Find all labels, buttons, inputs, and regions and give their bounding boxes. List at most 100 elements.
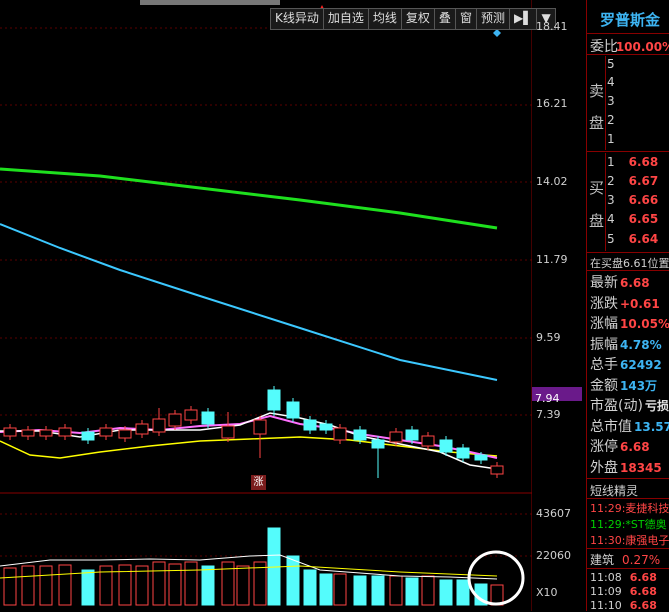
quote-label: 外盘 xyxy=(590,459,618,476)
quote-label: 市盈(动) xyxy=(590,398,643,414)
quote-label: 总市值 xyxy=(590,418,632,435)
buy-level: 2 6.67 xyxy=(607,174,659,188)
sell-level: 5 xyxy=(607,57,615,71)
buy-level: 3 6.66 xyxy=(607,193,659,207)
price-tick: 9.59 xyxy=(536,331,561,344)
candle-body xyxy=(371,439,385,449)
quote-row: 市盈(动) 亏损 xyxy=(590,395,669,415)
quote-row: 最新 6.68 xyxy=(590,272,650,292)
price-tick: 14.02 xyxy=(536,175,568,188)
volume-bar xyxy=(333,573,347,606)
candle-body xyxy=(3,427,17,437)
candle-body xyxy=(319,423,333,431)
volume-bar xyxy=(421,575,435,606)
tick-row: 11:10 6.68 xyxy=(590,599,657,612)
quote-label: 涨幅 xyxy=(590,316,618,332)
volume-bar xyxy=(236,565,250,606)
price-tick: 11.79 xyxy=(536,253,568,266)
current-price-marker: 7.94 xyxy=(532,387,582,405)
quote-row: 涨停 6.68 xyxy=(590,436,650,456)
candle-body xyxy=(253,419,267,435)
candle-body xyxy=(184,409,198,421)
volume-bar xyxy=(81,569,95,606)
buy-label: 盘 xyxy=(589,212,605,230)
buy-level: 5 6.64 xyxy=(607,232,659,246)
adjust-price-button[interactable]: 复权 xyxy=(402,9,435,29)
volume-multiplier: X10 xyxy=(536,586,558,599)
kline-chart[interactable] xyxy=(0,0,532,611)
quote-value: 13.57亿 xyxy=(634,419,669,434)
volume-bar xyxy=(253,561,267,606)
quote-label: 最新 xyxy=(590,275,618,291)
candle-body xyxy=(118,429,132,439)
sector-row[interactable]: 建筑 0.27% xyxy=(590,551,660,568)
quote-row: 涨幅 10.05% xyxy=(590,313,669,333)
candle-body xyxy=(389,431,403,443)
price-tick: 16.21 xyxy=(536,97,568,110)
candle-body xyxy=(168,413,182,427)
candle-body xyxy=(421,435,435,447)
candle-body xyxy=(353,429,367,441)
short-genius-item[interactable]: 11:29:*ST德奥 xyxy=(590,516,667,532)
short-genius-item[interactable]: 11:30:康强电子 xyxy=(590,532,669,548)
limit-up-badge: 涨 xyxy=(251,475,266,490)
tick-row: 11:08 6.68 xyxy=(590,571,657,584)
quote-value: 6.68 xyxy=(620,276,650,290)
weibi-row: 委比 100.00% xyxy=(590,39,669,55)
candle-body xyxy=(303,419,317,431)
sell-level: 3 xyxy=(607,94,615,108)
quote-label: 金额 xyxy=(590,377,618,394)
quote-value: 10.05% xyxy=(620,317,669,331)
sell-level: 1 xyxy=(607,132,615,146)
quote-value: 4.78% xyxy=(620,337,662,352)
kline-alert-button[interactable]: K线异动 xyxy=(271,9,324,29)
kline-svg[interactable] xyxy=(0,0,532,611)
volume-bar xyxy=(490,584,504,606)
sell-level: 2 xyxy=(607,113,615,127)
price-tick: 7.39 xyxy=(536,408,561,421)
price-axis: 18.41 16.21 14.02 11.79 9.59 7.39 7.94 4… xyxy=(532,0,586,611)
sell-label: 盘 xyxy=(589,114,605,132)
forecast-button[interactable]: 预测 xyxy=(477,9,510,29)
short-genius-item[interactable]: 11:29:麦捷科技 xyxy=(590,500,669,516)
quote-value: 62492 xyxy=(620,358,662,372)
candle-body xyxy=(21,429,35,437)
buy-level: 1 6.68 xyxy=(607,155,659,169)
short-genius-title[interactable]: 短线精灵 xyxy=(590,482,638,499)
volume-bar xyxy=(371,575,385,606)
play-icon[interactable]: ▶▌ xyxy=(510,9,538,29)
event-diamond-icon xyxy=(493,29,501,37)
sell-level: 4 xyxy=(607,75,615,89)
tick-row: 11:09 6.68 xyxy=(590,585,657,598)
stock-name: 罗普斯金 xyxy=(600,11,661,29)
moving-average-button[interactable]: 均线 xyxy=(369,9,402,29)
candle-body xyxy=(267,389,281,411)
price-tick: 18.41 xyxy=(536,20,568,33)
window-button[interactable]: 窗 xyxy=(456,9,477,29)
quote-value: +0.61 xyxy=(620,296,660,311)
sell-label: 卖 xyxy=(589,82,605,100)
candle-body xyxy=(152,418,166,433)
quote-label: 总手 xyxy=(590,357,618,373)
top-strip xyxy=(140,0,280,5)
volume-bar xyxy=(303,569,317,606)
buy-label: 买 xyxy=(589,179,605,197)
quote-value: 亏损 xyxy=(644,399,669,413)
volume-bar xyxy=(405,577,419,606)
candle-body xyxy=(490,465,504,475)
ma-blue-line xyxy=(0,223,498,381)
volume-bar xyxy=(3,567,17,606)
volume-bar xyxy=(319,573,333,606)
quote-row: 总市值13.57亿 xyxy=(590,416,669,436)
candle-body xyxy=(221,425,235,439)
candle-body xyxy=(456,447,470,459)
buy-level: 4 6.65 xyxy=(607,212,659,226)
add-watchlist-button[interactable]: 加自选 xyxy=(324,9,369,29)
volume-bar xyxy=(439,579,453,606)
overlay-button[interactable]: 叠 xyxy=(435,9,456,29)
candle-body xyxy=(58,427,72,437)
quote-label: 涨跌 xyxy=(590,295,618,312)
quote-value: 143万 xyxy=(620,378,658,393)
quote-label: 涨停 xyxy=(590,439,618,455)
ma-green-line xyxy=(0,167,498,230)
